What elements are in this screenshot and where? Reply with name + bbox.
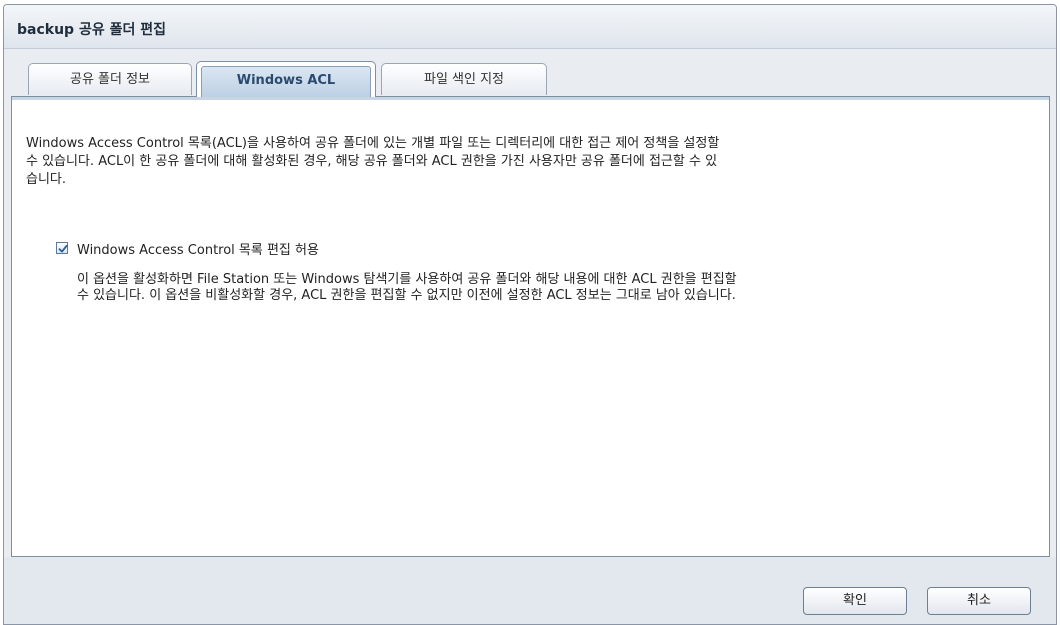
tab-windows-acl[interactable]: Windows ACL — [196, 61, 376, 97]
acl-description-line: 수 있습니다. ACL이 한 공유 폴더에 대해 활성화된 경우, 해당 공유 … — [26, 154, 718, 169]
tab-active-highlight: Windows ACL — [201, 66, 371, 97]
tab-file-indexing[interactable]: 파일 색인 지정 — [381, 63, 547, 95]
dialog-footer: 확인 취소 — [4, 557, 1056, 624]
acl-description-line: Windows Access Control 목록(ACL)을 사용하여 공유 … — [26, 136, 720, 151]
tab-label: 공유 폴더 정보 — [69, 72, 151, 87]
tab-label: 파일 색인 지정 — [423, 72, 505, 87]
allow-acl-edit-option[interactable]: Windows Access Control 목록 편집 허용 — [56, 239, 319, 258]
panel-divider — [12, 97, 1049, 100]
acl-description-line: 습니다. — [26, 172, 67, 187]
allow-acl-edit-checkbox[interactable] — [56, 242, 68, 254]
acl-description: Windows Access Control 목록(ACL)을 사용하여 공유 … — [26, 135, 1036, 189]
edit-shared-folder-dialog: backup 공유 폴더 편집 공유 폴더 정보 Windows ACL 파일 … — [3, 4, 1057, 625]
allow-acl-edit-description: 이 옵션을 활성화하면 File Station 또는 Windows 탐색기를… — [77, 272, 1037, 304]
dialog-title-bar[interactable]: backup 공유 폴더 편집 — [4, 5, 1056, 49]
windows-acl-panel: Windows Access Control 목록(ACL)을 사용하여 공유 … — [11, 96, 1050, 557]
tab-shared-folder-info[interactable]: 공유 폴더 정보 — [28, 63, 192, 95]
tab-label: Windows ACL — [236, 73, 336, 88]
option-description-line: 이 옵션을 활성화하면 File Station 또는 Windows 탐색기를… — [77, 272, 737, 287]
checkmark-icon — [58, 244, 68, 253]
cancel-button[interactable]: 취소 — [927, 587, 1031, 615]
option-description-line: 수 있습니다. 이 옵션을 비활성화할 경우, ACL 권한을 편집할 수 없지… — [77, 288, 736, 303]
tab-strip: 공유 폴더 정보 Windows ACL 파일 색인 지정 — [4, 49, 1056, 101]
dialog-title: backup 공유 폴더 편집 — [17, 22, 166, 38]
allow-acl-edit-label[interactable]: Windows Access Control 목록 편집 허용 — [77, 239, 319, 258]
ok-button[interactable]: 확인 — [803, 587, 907, 615]
